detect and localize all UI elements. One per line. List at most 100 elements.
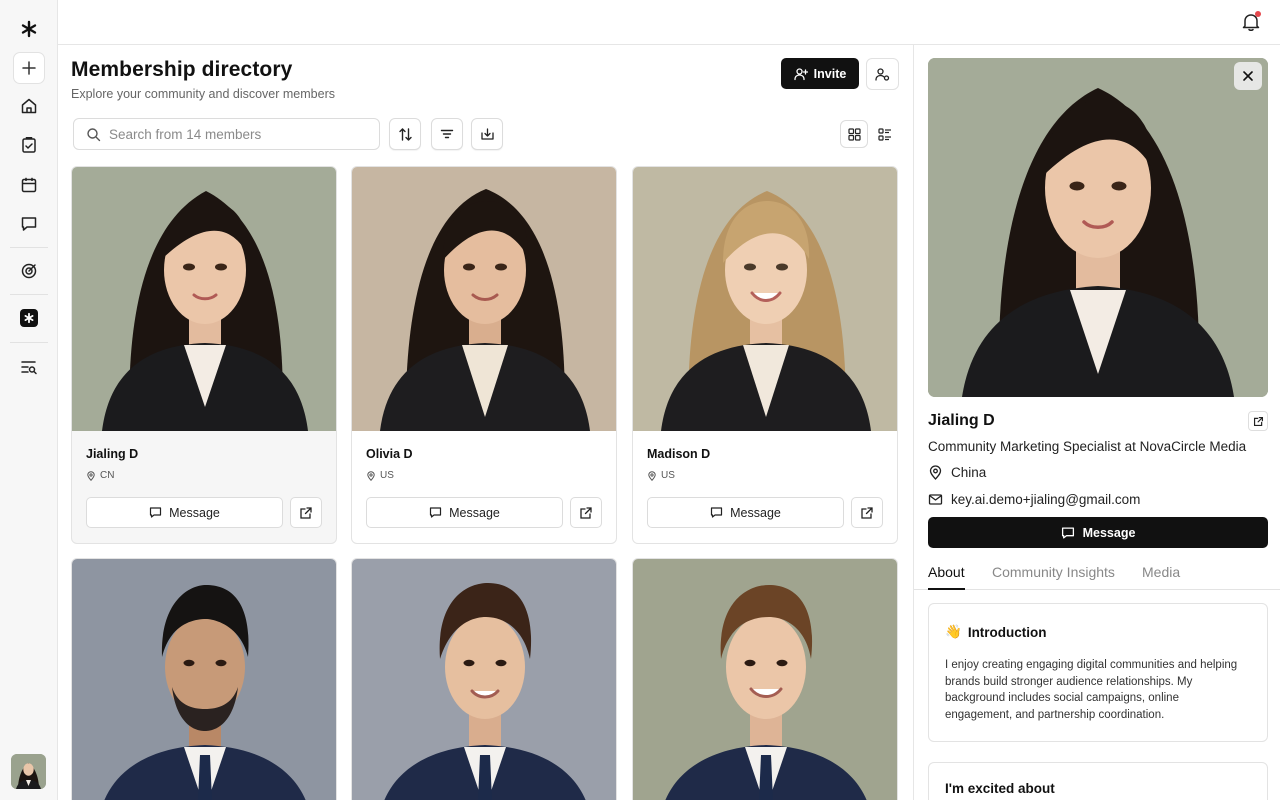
profile-name: Jialing D — [928, 412, 995, 429]
external-link-icon — [300, 506, 312, 519]
rail-divider — [10, 247, 48, 248]
filter-button[interactable] — [431, 118, 463, 150]
chat-icon — [430, 507, 442, 518]
member-location-label: US — [380, 470, 394, 481]
message-label: Message — [730, 505, 781, 520]
target-icon[interactable] — [13, 255, 45, 287]
introduction-card: 👋 Introduction I enjoy creating engaging… — [928, 603, 1268, 742]
external-link-icon — [580, 506, 592, 519]
profile-message-button[interactable]: Message — [928, 517, 1268, 548]
grid-view-button[interactable] — [840, 120, 868, 148]
profile-panel: Jialing D Community Marketing Specialist… — [913, 45, 1280, 800]
message-label: Message — [169, 505, 220, 520]
member-name: Madison D — [647, 447, 711, 461]
member-location: CN — [86, 470, 114, 481]
message-button[interactable]: Message — [366, 497, 563, 528]
member-location-label: CN — [100, 470, 115, 481]
profile-message-label: Message — [1082, 525, 1136, 540]
profile-location-label: China — [951, 465, 987, 480]
open-profile-button[interactable] — [570, 497, 602, 528]
export-button[interactable] — [471, 118, 503, 150]
member-card[interactable]: Madison D US Message — [632, 166, 898, 544]
home-icon[interactable] — [13, 90, 45, 122]
member-card[interactable]: Jialing D CN Message — [71, 166, 337, 544]
close-panel-button[interactable] — [1234, 62, 1262, 90]
chat-icon — [711, 507, 723, 518]
notification-dot — [1255, 11, 1261, 17]
member-name: Olivia D — [366, 447, 413, 461]
excited-about-card: I'm excited about — [928, 762, 1268, 800]
tab-media[interactable]: Media — [1142, 564, 1180, 590]
message-button[interactable]: Message — [86, 497, 283, 528]
member-card[interactable] — [71, 558, 337, 800]
open-profile-button[interactable] — [851, 497, 883, 528]
member-card[interactable]: Olivia D US Message — [351, 166, 617, 544]
filter-icon — [440, 129, 454, 139]
asterisk-app-icon[interactable] — [13, 302, 45, 334]
external-link-icon — [1253, 416, 1263, 426]
list-view-icon — [878, 127, 891, 141]
invite-button[interactable]: Invite — [781, 58, 859, 89]
main-content: Membership directory Explore your commun… — [58, 45, 913, 800]
search-box[interactable] — [73, 118, 380, 150]
calendar-icon[interactable] — [13, 169, 45, 201]
download-icon — [480, 127, 494, 140]
introduction-heading: 👋 Introduction — [945, 624, 1047, 640]
member-photo — [633, 167, 897, 431]
search-input[interactable] — [109, 126, 349, 142]
user-avatar[interactable] — [11, 754, 46, 789]
open-profile-button[interactable] — [290, 497, 322, 528]
introduction-body: I enjoy creating engaging digital commun… — [945, 659, 1238, 721]
introduction-title: Introduction — [967, 624, 1047, 640]
grid-view-icon — [847, 127, 861, 141]
asterisk-logo-icon[interactable] — [13, 13, 45, 45]
member-location: US — [647, 470, 675, 481]
excited-about-title: I'm excited about — [945, 781, 1055, 796]
rail-divider — [10, 342, 48, 343]
tab-about[interactable]: About — [928, 564, 965, 590]
top-bar — [58, 0, 1280, 45]
bell-icon[interactable] — [1240, 11, 1262, 33]
member-photo — [352, 559, 616, 800]
member-photo — [633, 559, 897, 800]
rail-divider — [10, 294, 48, 295]
wave-emoji-icon: 👋 — [945, 624, 962, 639]
page-title: Membership directory — [71, 58, 293, 81]
member-location: US — [366, 470, 394, 481]
tab-community-insights[interactable]: Community Insights — [992, 564, 1115, 590]
profile-location: China — [928, 465, 986, 480]
member-photo — [72, 559, 336, 800]
mail-icon — [928, 494, 943, 505]
profile-email[interactable]: key.ai.demo+jialing@gmail.com — [928, 492, 1140, 507]
external-link-icon — [861, 506, 873, 519]
location-pin-icon — [87, 470, 95, 481]
invite-label: Invite — [813, 66, 847, 81]
profile-tabs: About Community Insights Media — [914, 562, 1280, 590]
member-card[interactable] — [632, 558, 898, 800]
member-card[interactable] — [351, 558, 617, 800]
location-pin-icon — [367, 470, 375, 481]
list-view-button[interactable] — [871, 120, 899, 148]
chat-icon[interactable] — [13, 208, 45, 240]
message-label: Message — [449, 505, 500, 520]
profile-role: Community Marketing Specialist at NovaCi… — [928, 439, 1247, 454]
close-icon — [1243, 71, 1253, 81]
profile-photo — [928, 58, 1268, 397]
sort-button[interactable] — [389, 118, 421, 150]
open-profile-button[interactable] — [1248, 411, 1268, 431]
sort-icon — [398, 127, 412, 141]
member-photo — [72, 167, 336, 431]
chat-icon — [150, 507, 162, 518]
user-settings-icon — [875, 67, 890, 81]
clipboard-icon[interactable] — [13, 129, 45, 161]
user-settings-button[interactable] — [866, 58, 899, 90]
member-location-label: US — [661, 470, 675, 481]
member-name: Jialing D — [86, 447, 139, 461]
profile-email-label: key.ai.demo+jialing@gmail.com — [951, 492, 1141, 507]
page-subtitle: Explore your community and discover memb… — [71, 87, 335, 101]
left-rail — [0, 0, 58, 800]
list-search-icon[interactable] — [13, 351, 45, 383]
search-icon — [87, 127, 101, 141]
message-button[interactable]: Message — [647, 497, 844, 528]
plus-icon[interactable] — [13, 52, 45, 84]
